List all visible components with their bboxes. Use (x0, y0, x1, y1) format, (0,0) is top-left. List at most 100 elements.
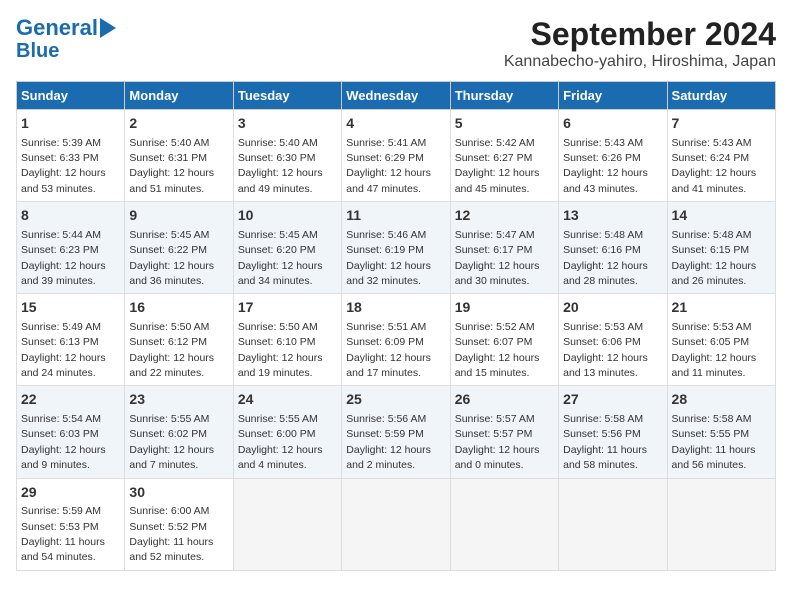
sunrise-info: Sunrise: 5:44 AM (21, 229, 101, 241)
calendar-cell: 27 Sunrise: 5:58 AM Sunset: 5:56 PM Dayl… (559, 386, 667, 478)
calendar-cell: 20 Sunrise: 5:53 AM Sunset: 6:06 PM Dayl… (559, 294, 667, 386)
calendar-cell: 21 Sunrise: 5:53 AM Sunset: 6:05 PM Dayl… (667, 294, 775, 386)
calendar-cell: 6 Sunrise: 5:43 AM Sunset: 6:26 PM Dayli… (559, 110, 667, 202)
calendar-table: SundayMondayTuesdayWednesdayThursdayFrid… (16, 81, 776, 571)
sunset-info: Sunset: 6:20 PM (238, 244, 316, 256)
page-header: General Blue September 2024 Kannabecho-y… (16, 16, 776, 71)
calendar-cell: 11 Sunrise: 5:46 AM Sunset: 6:19 PM Dayl… (342, 202, 450, 294)
logo-text2: Blue (16, 40, 59, 62)
sunset-info: Sunset: 6:30 PM (238, 152, 316, 164)
sunset-info: Sunset: 6:02 PM (129, 428, 207, 440)
daylight-info: Daylight: 12 hours and 45 minutes. (455, 167, 540, 194)
page-subtitle: Kannabecho-yahiro, Hiroshima, Japan (504, 53, 776, 71)
day-number: 6 (563, 114, 662, 134)
daylight-info: Daylight: 11 hours and 56 minutes. (672, 444, 756, 471)
sunrise-info: Sunrise: 5:41 AM (346, 137, 426, 149)
daylight-info: Daylight: 12 hours and 53 minutes. (21, 167, 106, 194)
weekday-header: Wednesday (342, 82, 450, 110)
day-number: 11 (346, 206, 445, 226)
daylight-info: Daylight: 12 hours and 34 minutes. (238, 260, 323, 287)
weekday-header: Saturday (667, 82, 775, 110)
sunrise-info: Sunrise: 5:59 AM (21, 505, 101, 517)
calendar-cell: 28 Sunrise: 5:58 AM Sunset: 5:55 PM Dayl… (667, 386, 775, 478)
day-number: 23 (129, 390, 228, 410)
calendar-cell: 22 Sunrise: 5:54 AM Sunset: 6:03 PM Dayl… (17, 386, 125, 478)
sunrise-info: Sunrise: 5:47 AM (455, 229, 535, 241)
weekday-header: Monday (125, 82, 233, 110)
calendar-cell: 5 Sunrise: 5:42 AM Sunset: 6:27 PM Dayli… (450, 110, 558, 202)
day-number: 22 (21, 390, 120, 410)
sunrise-info: Sunrise: 5:42 AM (455, 137, 535, 149)
daylight-info: Daylight: 12 hours and 19 minutes. (238, 352, 323, 379)
calendar-cell: 26 Sunrise: 5:57 AM Sunset: 5:57 PM Dayl… (450, 386, 558, 478)
calendar-cell: 1 Sunrise: 5:39 AM Sunset: 6:33 PM Dayli… (17, 110, 125, 202)
sunrise-info: Sunrise: 6:00 AM (129, 505, 209, 517)
sunrise-info: Sunrise: 5:58 AM (672, 413, 752, 425)
daylight-info: Daylight: 12 hours and 13 minutes. (563, 352, 648, 379)
daylight-info: Daylight: 11 hours and 52 minutes. (129, 536, 213, 563)
sunrise-info: Sunrise: 5:50 AM (238, 321, 318, 333)
calendar-cell: 9 Sunrise: 5:45 AM Sunset: 6:22 PM Dayli… (125, 202, 233, 294)
daylight-info: Daylight: 12 hours and 15 minutes. (455, 352, 540, 379)
calendar-cell: 3 Sunrise: 5:40 AM Sunset: 6:30 PM Dayli… (233, 110, 341, 202)
sunset-info: Sunset: 6:26 PM (563, 152, 641, 164)
daylight-info: Daylight: 12 hours and 2 minutes. (346, 444, 431, 471)
sunset-info: Sunset: 6:03 PM (21, 428, 99, 440)
sunrise-info: Sunrise: 5:55 AM (238, 413, 318, 425)
calendar-cell: 14 Sunrise: 5:48 AM Sunset: 6:15 PM Dayl… (667, 202, 775, 294)
daylight-info: Daylight: 12 hours and 4 minutes. (238, 444, 323, 471)
day-number: 13 (563, 206, 662, 226)
daylight-info: Daylight: 11 hours and 58 minutes. (563, 444, 647, 471)
daylight-info: Daylight: 12 hours and 11 minutes. (672, 352, 757, 379)
sunset-info: Sunset: 6:29 PM (346, 152, 424, 164)
sunset-info: Sunset: 6:00 PM (238, 428, 316, 440)
sunrise-info: Sunrise: 5:48 AM (672, 229, 752, 241)
sunset-info: Sunset: 5:53 PM (21, 521, 99, 533)
sunrise-info: Sunrise: 5:56 AM (346, 413, 426, 425)
logo-text: General (16, 16, 98, 40)
sunset-info: Sunset: 6:17 PM (455, 244, 533, 256)
sunrise-info: Sunrise: 5:48 AM (563, 229, 643, 241)
calendar-cell: 15 Sunrise: 5:49 AM Sunset: 6:13 PM Dayl… (17, 294, 125, 386)
day-number: 18 (346, 298, 445, 318)
day-number: 9 (129, 206, 228, 226)
sunrise-info: Sunrise: 5:57 AM (455, 413, 535, 425)
sunset-info: Sunset: 6:22 PM (129, 244, 207, 256)
sunset-info: Sunset: 5:55 PM (672, 428, 750, 440)
daylight-info: Daylight: 12 hours and 30 minutes. (455, 260, 540, 287)
daylight-info: Daylight: 12 hours and 36 minutes. (129, 260, 214, 287)
calendar-cell: 13 Sunrise: 5:48 AM Sunset: 6:16 PM Dayl… (559, 202, 667, 294)
sunset-info: Sunset: 6:05 PM (672, 336, 750, 348)
logo-arrow-icon (100, 18, 116, 38)
sunset-info: Sunset: 6:10 PM (238, 336, 316, 348)
calendar-cell: 18 Sunrise: 5:51 AM Sunset: 6:09 PM Dayl… (342, 294, 450, 386)
sunset-info: Sunset: 6:31 PM (129, 152, 207, 164)
day-number: 8 (21, 206, 120, 226)
weekday-header: Tuesday (233, 82, 341, 110)
sunset-info: Sunset: 5:57 PM (455, 428, 533, 440)
day-number: 14 (672, 206, 771, 226)
calendar-week-row: 1 Sunrise: 5:39 AM Sunset: 6:33 PM Dayli… (17, 110, 776, 202)
daylight-info: Daylight: 12 hours and 47 minutes. (346, 167, 431, 194)
sunset-info: Sunset: 6:23 PM (21, 244, 99, 256)
daylight-info: Daylight: 12 hours and 9 minutes. (21, 444, 106, 471)
sunrise-info: Sunrise: 5:58 AM (563, 413, 643, 425)
sunrise-info: Sunrise: 5:50 AM (129, 321, 209, 333)
calendar-week-row: 8 Sunrise: 5:44 AM Sunset: 6:23 PM Dayli… (17, 202, 776, 294)
daylight-info: Daylight: 12 hours and 51 minutes. (129, 167, 214, 194)
calendar-cell: 19 Sunrise: 5:52 AM Sunset: 6:07 PM Dayl… (450, 294, 558, 386)
weekday-header: Sunday (17, 82, 125, 110)
sunset-info: Sunset: 6:27 PM (455, 152, 533, 164)
logo: General Blue (16, 16, 116, 62)
weekday-header: Friday (559, 82, 667, 110)
daylight-info: Daylight: 12 hours and 17 minutes. (346, 352, 431, 379)
day-number: 24 (238, 390, 337, 410)
day-number: 12 (455, 206, 554, 226)
day-number: 2 (129, 114, 228, 134)
day-number: 7 (672, 114, 771, 134)
sunrise-info: Sunrise: 5:43 AM (672, 137, 752, 149)
day-number: 20 (563, 298, 662, 318)
weekday-header: Thursday (450, 82, 558, 110)
sunset-info: Sunset: 5:59 PM (346, 428, 424, 440)
day-number: 28 (672, 390, 771, 410)
